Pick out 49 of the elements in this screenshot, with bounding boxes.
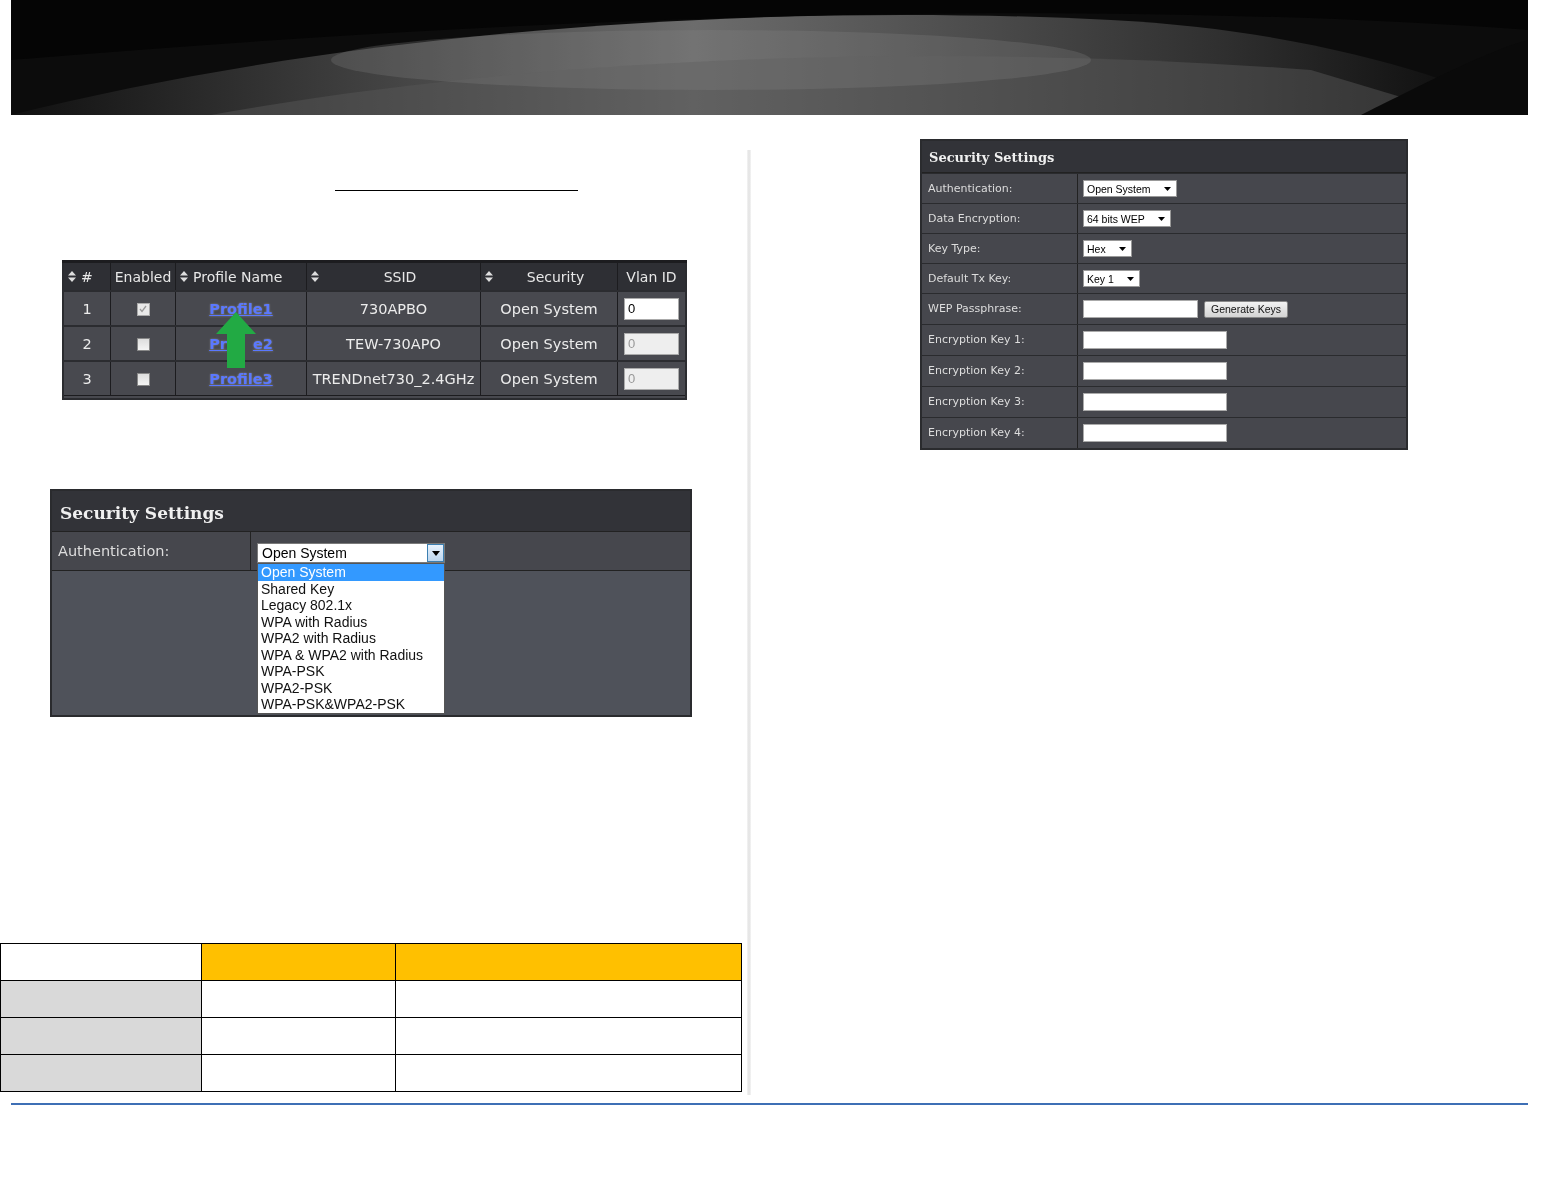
row-number: 1 <box>82 300 92 317</box>
dropdown-option[interactable]: WPA with Radius <box>258 613 444 630</box>
field-label: Encryption Key 4: <box>922 418 1078 448</box>
dropdown-option[interactable]: WPA2-PSK <box>258 679 444 696</box>
caret-icon <box>1118 246 1126 251</box>
caret-icon <box>431 550 440 556</box>
dropdown-option[interactable]: Shared Key <box>258 580 444 597</box>
field-label: Authentication: <box>52 532 251 570</box>
panel-title: Security Settings <box>922 141 1406 173</box>
dropdown[interactable]: Key 1 <box>1083 270 1140 287</box>
field-label: Encryption Key 2: <box>922 356 1078 386</box>
dropdown[interactable]: Open System <box>257 543 445 563</box>
field-label: Default Tx Key: <box>922 264 1078 293</box>
dropdown-option[interactable]: WPA & WPA2 with Radius <box>258 646 444 663</box>
dropdown[interactable]: Hex <box>1083 240 1132 257</box>
table-cell: TEW-730APO <box>346 335 441 352</box>
dropdown[interactable]: 64 bits WEP <box>1083 210 1171 227</box>
dropdown-option[interactable]: WPA-PSK&WPA2-PSK <box>258 696 444 713</box>
table-cell: Open System <box>500 370 598 387</box>
table-cell: Open System <box>500 300 598 317</box>
caret-icon <box>1126 276 1134 281</box>
dropdown-option[interactable]: WPA2 with Radius <box>258 630 444 647</box>
dropdown-option[interactable]: WPA-PSK <box>258 663 444 680</box>
text-field[interactable] <box>1083 300 1198 318</box>
table-cell: TRENDnet730_2.4GHz <box>312 370 475 387</box>
text-field[interactable] <box>1083 331 1227 349</box>
caret-icon <box>1157 216 1165 221</box>
table-cell: 730APBO <box>359 300 428 317</box>
row-number: 3 <box>82 370 92 387</box>
table-cell: Open System <box>500 335 598 352</box>
row-number: 2 <box>82 335 92 352</box>
text-field[interactable] <box>1083 424 1227 442</box>
field-label: Data Encryption: <box>922 204 1078 233</box>
generate-keys-button[interactable]: Generate Keys <box>1204 300 1289 318</box>
caret-icon <box>1163 186 1171 191</box>
vlan-field[interactable]: 0 <box>624 297 679 320</box>
column-header[interactable]: # <box>81 268 93 285</box>
field-label: Key Type: <box>922 234 1078 263</box>
field-label: Encryption Key 1: <box>922 325 1078 355</box>
dropdown-option[interactable]: Legacy 802.1x <box>258 597 444 614</box>
field-label: WEP Passphrase: <box>922 294 1078 324</box>
dropdown[interactable]: Open System <box>1083 180 1177 197</box>
checkbox[interactable] <box>136 338 150 351</box>
field-label: Encryption Key 3: <box>922 387 1078 417</box>
text-field[interactable] <box>1083 362 1227 380</box>
text-field[interactable] <box>1083 393 1227 411</box>
checkbox[interactable] <box>136 373 150 386</box>
panel-title: Security Settings <box>52 491 690 532</box>
field-label: Authentication: <box>922 174 1078 203</box>
